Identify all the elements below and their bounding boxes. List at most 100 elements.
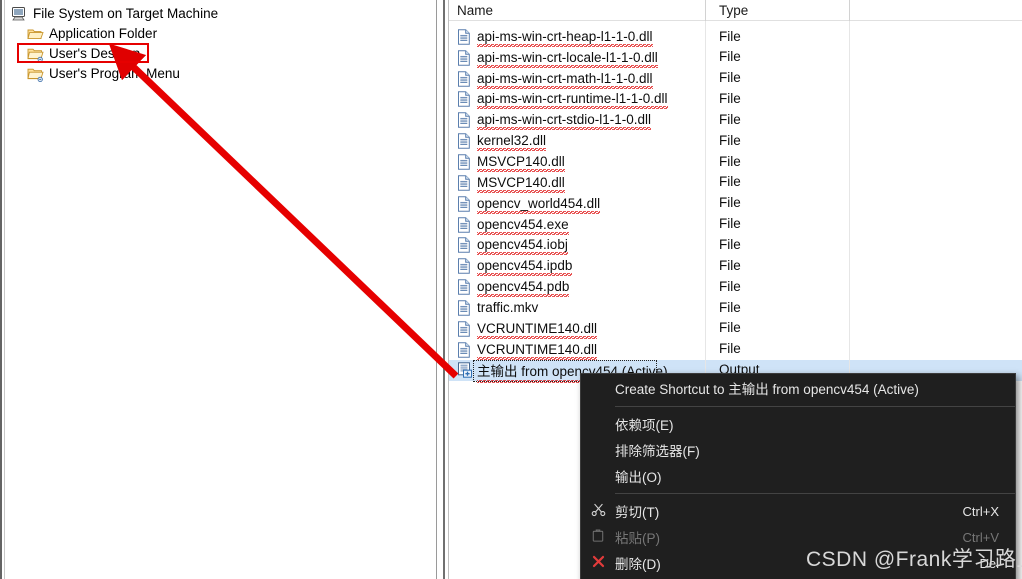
file-name-label: kernel32.dll: [477, 133, 547, 152]
scissors-icon: [591, 502, 606, 520]
menu-item-6[interactable]: 剪切(T) Ctrl+X: [581, 498, 1015, 524]
clipboard-icon: [591, 528, 605, 546]
menu-item-label: 排除筛选器(F): [615, 444, 700, 459]
table-row[interactable]: api-ms-win-crt-heap-l1-1-0.dll File: [449, 27, 1022, 48]
table-row[interactable]: MSVCP140.dll File: [449, 172, 1022, 193]
file-type-cell: File: [719, 278, 741, 294]
delete-x-icon: [591, 554, 606, 572]
file-type-cell: File: [719, 70, 741, 86]
menu-icon-slot: [581, 463, 615, 489]
menu-item-3[interactable]: 排除筛选器(F): [581, 437, 1015, 463]
folder-open-icon: [27, 26, 44, 42]
menu-separator: [615, 406, 1015, 407]
tree-item-label: User's Program Menu: [49, 66, 180, 81]
file-name-cell[interactable]: opencv454.exe: [457, 214, 569, 235]
file-type-cell: File: [719, 257, 741, 273]
table-row[interactable]: VCRUNTIME140.dll File: [449, 339, 1022, 360]
file-system-tree: File System on Target Machine Applicatio…: [4, 0, 434, 579]
file-name-cell[interactable]: api-ms-win-crt-math-l1-1-0.dll: [457, 68, 653, 89]
table-row[interactable]: traffic.mkv File: [449, 298, 1022, 319]
table-row[interactable]: api-ms-win-crt-math-l1-1-0.dll File: [449, 68, 1022, 89]
tree-item-0[interactable]: File System on Target Machine: [11, 4, 218, 23]
table-row[interactable]: opencv454.ipdb File: [449, 256, 1022, 277]
scissors-icon: [581, 498, 615, 524]
folder-shortcut-icon: [27, 46, 44, 62]
tree-item-label: File System on Target Machine: [33, 6, 219, 21]
table-row[interactable]: api-ms-win-crt-stdio-l1-1-0.dll File: [449, 110, 1022, 131]
tree-item-1[interactable]: Application Folder: [27, 24, 157, 43]
file-name-cell[interactable]: opencv454.ipdb: [457, 256, 573, 277]
file-name-cell[interactable]: api-ms-win-crt-runtime-l1-1-0.dll: [457, 89, 668, 110]
file-type-cell: File: [719, 195, 741, 211]
folder-shortcut-icon: [27, 66, 44, 82]
file-name-cell[interactable]: traffic.mkv: [457, 298, 538, 319]
table-row[interactable]: api-ms-win-crt-locale-l1-1-0.dll File: [449, 47, 1022, 68]
file-name-cell[interactable]: VCRUNTIME140.dll: [457, 318, 598, 339]
tree-item-2[interactable]: User's Desktop: [27, 44, 140, 63]
file-name-cell[interactable]: MSVCP140.dll: [457, 172, 565, 193]
file-icon: [457, 50, 471, 66]
column-divider[interactable]: [705, 0, 706, 21]
menu-item-label: 依赖项(E): [615, 418, 674, 433]
file-icon: [457, 195, 471, 212]
file-name-label: opencv454.exe: [477, 216, 569, 235]
file-name-cell[interactable]: api-ms-win-crt-heap-l1-1-0.dll: [457, 27, 653, 48]
tree-item-label: User's Desktop: [49, 46, 141, 61]
file-icon: [457, 341, 471, 358]
clipboard-icon: [581, 524, 615, 550]
file-type-cell: File: [719, 174, 741, 190]
file-icon: [457, 154, 471, 170]
table-row[interactable]: opencv454.iobj File: [449, 235, 1022, 256]
menu-icon-slot: [581, 437, 615, 463]
file-icon: [457, 216, 471, 233]
file-system-tree-panel: File System on Target Machine Applicatio…: [0, 0, 437, 579]
file-type-cell: File: [719, 49, 741, 65]
file-name-label: MSVCP140.dll: [477, 174, 565, 193]
column-divider[interactable]: [849, 0, 850, 21]
table-row[interactable]: opencv454.exe File: [449, 214, 1022, 235]
menu-item-2[interactable]: 依赖项(E): [581, 411, 1015, 437]
column-header-type[interactable]: Type: [711, 0, 849, 21]
table-row[interactable]: opencv_world454.dll File: [449, 193, 1022, 214]
tree-item-label: Application Folder: [49, 26, 158, 41]
file-name-cell[interactable]: opencv454.pdb: [457, 277, 570, 298]
file-name-cell[interactable]: opencv454.iobj: [457, 235, 568, 256]
file-icon: [457, 112, 471, 128]
file-name-cell[interactable]: api-ms-win-crt-stdio-l1-1-0.dll: [457, 110, 652, 131]
file-name-label: opencv454.ipdb: [477, 258, 573, 277]
table-row[interactable]: VCRUNTIME140.dll File: [449, 318, 1022, 339]
column-header-name[interactable]: Name: [449, 0, 705, 21]
file-icon: [457, 175, 471, 191]
file-name-label: api-ms-win-crt-heap-l1-1-0.dll: [477, 28, 653, 47]
file-name-label: VCRUNTIME140.dll: [477, 341, 598, 360]
file-type-cell: File: [719, 299, 741, 315]
file-icon: [457, 321, 471, 337]
table-row[interactable]: MSVCP140.dll File: [449, 152, 1022, 173]
table-row[interactable]: opencv454.pdb File: [449, 277, 1022, 298]
tree-item-3[interactable]: User's Program Menu: [27, 64, 180, 83]
file-list-header: Name Type: [449, 0, 1022, 21]
file-type-cell: File: [719, 111, 741, 127]
file-name-cell[interactable]: opencv_world454.dll: [457, 193, 601, 214]
menu-item-4[interactable]: 输出(O): [581, 463, 1015, 489]
output-item-icon: [457, 362, 472, 379]
table-row[interactable]: kernel32.dll File: [449, 131, 1022, 152]
file-type-cell: File: [719, 216, 741, 232]
file-name-label: api-ms-win-crt-stdio-l1-1-0.dll: [477, 112, 652, 131]
file-name-cell[interactable]: VCRUNTIME140.dll: [457, 339, 598, 360]
file-icon: [457, 70, 471, 87]
file-name-cell[interactable]: api-ms-win-crt-locale-l1-1-0.dll: [457, 47, 658, 68]
watermark-text: CSDN @Frank学习路上: [806, 548, 1022, 571]
menu-item-label: 输出(O): [615, 470, 662, 485]
file-icon: [457, 258, 471, 274]
file-name-cell[interactable]: MSVCP140.dll: [457, 152, 565, 173]
menu-item-0[interactable]: Create Shortcut to 主输出 from opencv454 (A…: [581, 374, 1015, 402]
table-row[interactable]: api-ms-win-crt-runtime-l1-1-0.dll File: [449, 89, 1022, 110]
file-icon: [457, 237, 471, 254]
file-name-label: MSVCP140.dll: [477, 153, 565, 172]
menu-separator: [615, 493, 1015, 494]
file-name-label: opencv454.iobj: [477, 237, 568, 256]
menu-icon-slot: [581, 375, 615, 401]
file-name-cell[interactable]: kernel32.dll: [457, 131, 547, 152]
file-icon: [457, 279, 471, 295]
